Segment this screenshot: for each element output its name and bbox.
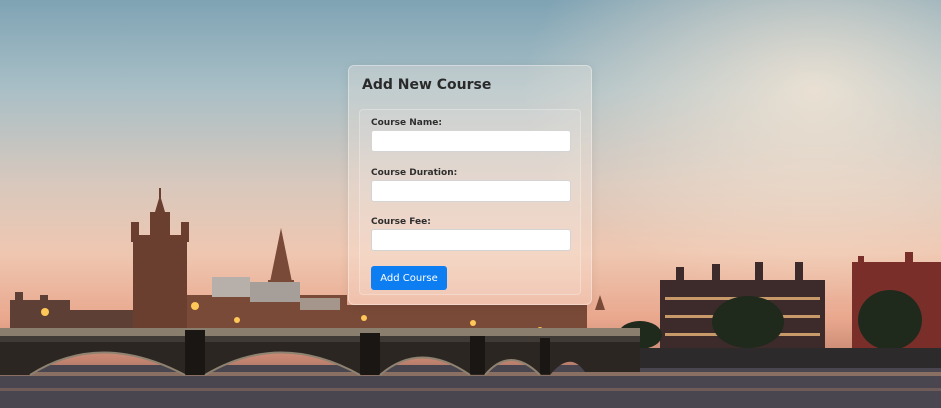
add-course-button[interactable]: Add Course — [371, 266, 447, 290]
course-fee-label: Course Fee: — [371, 217, 431, 227]
embankment — [640, 348, 941, 368]
page: Add New Course Course Name: Course Durat… — [0, 0, 941, 408]
course-name-input[interactable] — [371, 130, 571, 152]
victoria-tower — [131, 188, 189, 330]
course-name-label: Course Name: — [371, 118, 442, 128]
course-fee-input[interactable] — [371, 229, 571, 251]
card-title: Add New Course — [362, 77, 492, 93]
course-duration-input[interactable] — [371, 180, 571, 202]
course-form: Course Name: Course Duration: Course Fee… — [359, 109, 581, 295]
course-duration-label: Course Duration: — [371, 168, 458, 178]
add-course-card: Add New Course Course Name: Course Durat… — [348, 65, 592, 305]
left-buildings — [10, 292, 140, 330]
